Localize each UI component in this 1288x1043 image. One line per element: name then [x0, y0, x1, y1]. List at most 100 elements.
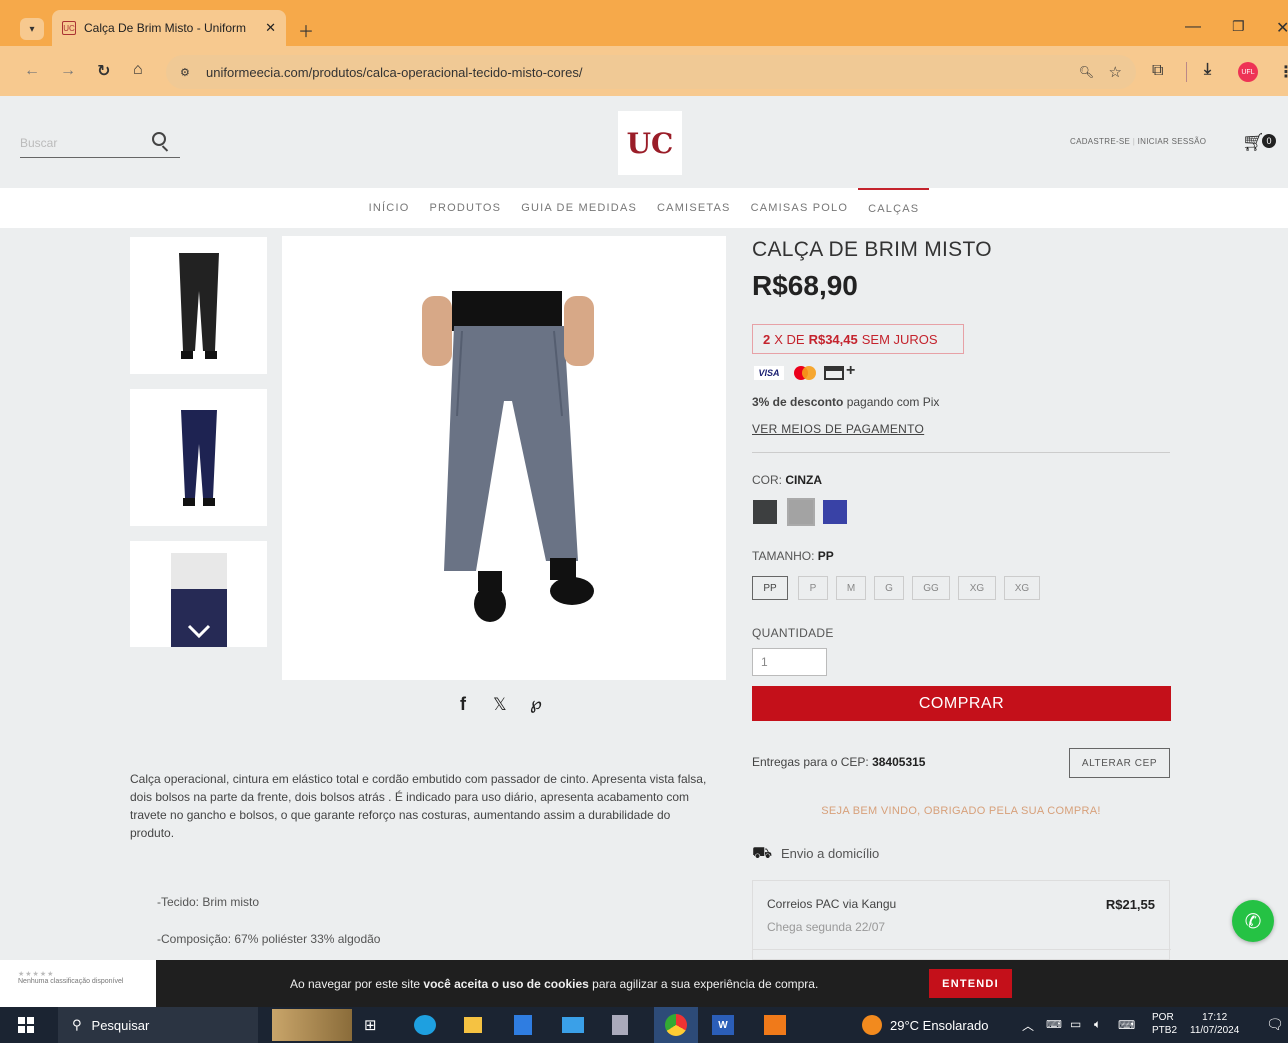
change-cep-button[interactable]: ALTERAR CEP [1069, 748, 1170, 778]
minimize-icon[interactable]: — [1185, 18, 1201, 36]
payment-methods-link[interactable]: VER MEIOS DE PAGAMENTO [752, 422, 924, 436]
zoom-icon[interactable]: 🔍︎ [1079, 65, 1094, 79]
search-highlight-image [272, 1009, 352, 1041]
pinterest-share-icon[interactable]: ℘ [530, 694, 542, 714]
language-line-2: PTB2 [1152, 1025, 1178, 1036]
tray-display-icon[interactable]: ▭ [1070, 1017, 1081, 1031]
login-link[interactable]: INICIAR SESSÃO [1138, 137, 1207, 146]
truck-icon: ⛟ [752, 845, 773, 862]
installment-suffix: SEM JUROS [861, 331, 938, 347]
product-main-image[interactable] [282, 236, 726, 680]
quantity-input[interactable]: 1 [752, 648, 827, 676]
notification-icon[interactable]: 🗨︎ [1266, 1016, 1284, 1033]
color-swatch-blue[interactable] [823, 500, 847, 524]
chrome-icon [665, 1014, 687, 1036]
file-explorer-icon[interactable] [464, 1017, 482, 1033]
notepad-icon[interactable] [612, 1015, 628, 1035]
product-thumbnail-2[interactable] [130, 389, 267, 526]
close-tab-icon[interactable]: ✕ [265, 20, 276, 36]
home-icon[interactable]: ⌂ [133, 61, 143, 79]
forward-icon[interactable]: → [60, 62, 76, 80]
chrome-taskbar-item[interactable] [654, 1007, 698, 1043]
word-icon[interactable]: W [712, 1015, 734, 1035]
color-swatch-gray[interactable] [787, 498, 815, 526]
taskbar-search[interactable]: ⚲ Pesquisar [58, 1007, 258, 1043]
product-title: CALÇA DE BRIM MISTO [752, 238, 992, 261]
bookmark-star-icon[interactable]: ☆ [1109, 63, 1122, 81]
weather-text[interactable]: 29°C Ensolarado [890, 1018, 988, 1033]
nav-item-produtos[interactable]: PRODUTOS [419, 188, 511, 228]
rating-widget[interactable]: ★★★★★ Nenhuma classificação disponível [0, 960, 156, 1007]
browser-menu-icon[interactable]: ⋮ [1278, 62, 1288, 82]
search-icon[interactable] [152, 132, 166, 146]
delivery-type: Envio a domicílio [781, 846, 880, 861]
site-logo[interactable]: UC [618, 111, 682, 175]
size-option-p[interactable]: P [798, 576, 828, 600]
browser-tab[interactable]: UC Calça De Brim Misto - Uniform ✕ [52, 10, 286, 46]
whatsapp-button[interactable]: ✆ [1232, 900, 1274, 942]
spec-composicao: -Composição: 67% poliéster 33% algodão [157, 932, 381, 946]
toolbar-divider [1186, 62, 1187, 82]
weather-icon [862, 1015, 882, 1035]
back-icon[interactable]: ← [24, 62, 40, 80]
cep-info: Entregas para o CEP: 38405315 [752, 755, 925, 769]
size-option-g[interactable]: G [874, 576, 904, 600]
shipping-option[interactable]: Correios PAC via Kangu Chega segunda 22/… [752, 880, 1171, 960]
nav-item-guia-medidas[interactable]: GUIA DE MEDIDAS [511, 188, 647, 228]
size-option-pp[interactable]: PP [752, 576, 788, 600]
size-option-m[interactable]: M [836, 576, 866, 600]
x-share-icon[interactable]: 𝕏 [493, 695, 507, 715]
pix-discount-bold: 3% de desconto [752, 395, 844, 409]
windows-start-icon[interactable] [18, 1017, 34, 1033]
product-description: Calça operacional, cintura em elástico t… [130, 772, 707, 840]
product-thumbnail-1[interactable] [130, 237, 267, 374]
extensions-icon[interactable]: ⧉ [1152, 62, 1163, 80]
buy-button[interactable]: COMPRAR [752, 686, 1171, 721]
size-label-text: TAMANHO: [752, 549, 815, 563]
shipping-divider [753, 949, 1171, 950]
profile-avatar[interactable]: UFL [1238, 62, 1258, 82]
size-option-xg[interactable]: XG [958, 576, 996, 600]
task-view-icon[interactable]: ⊞ [364, 1016, 377, 1034]
app-icon[interactable] [764, 1015, 786, 1035]
nav-item-camisetas[interactable]: CAMISETAS [647, 188, 741, 228]
cep-value: 38405315 [872, 755, 926, 769]
pants-navy-image [180, 409, 217, 506]
store-icon[interactable] [514, 1015, 532, 1035]
search-placeholder: Buscar [20, 136, 58, 150]
language-indicator[interactable]: POR PTB2 [1152, 1011, 1177, 1037]
nav-item-camisas-polo[interactable]: CAMISAS POLO [741, 188, 859, 228]
installment-mid: X DE [774, 331, 805, 347]
volume-icon[interactable]: 🔈︎ [1094, 1017, 1101, 1032]
product-thumbnail-3[interactable] [130, 541, 267, 647]
close-window-icon[interactable]: ✕ [1276, 18, 1288, 38]
cookie-accept-button[interactable]: ENTENDI [929, 969, 1012, 998]
clock-date: 11/07/2024 [1190, 1025, 1240, 1036]
color-swatch-dark-gray[interactable] [753, 500, 777, 524]
size-option-xg-2[interactable]: XG [1004, 576, 1040, 600]
restore-icon[interactable]: ❐ [1232, 18, 1245, 35]
keyboard-icon[interactable]: ⌨ [1118, 1018, 1135, 1032]
url-text: uniformeecia.com/produtos/calca-operacio… [206, 64, 583, 80]
cookie-message: Ao navegar por este site você aceita o u… [290, 977, 818, 991]
tab-list-button[interactable]: ▾ [20, 18, 44, 40]
nav-item-calcas[interactable]: CALÇAS [858, 188, 930, 228]
tab-title: Calça De Brim Misto - Uniform [84, 21, 247, 35]
visa-icon: VISA [754, 366, 784, 380]
new-tab-button[interactable]: ＋ [298, 18, 314, 42]
site-info-icon[interactable]: ⚙ [180, 66, 190, 79]
clock[interactable]: 17:12 11/07/2024 [1190, 1011, 1239, 1037]
edge-icon[interactable] [414, 1015, 436, 1035]
language-line-1: POR [1152, 1012, 1174, 1023]
download-icon[interactable]: ⤓ [1204, 61, 1211, 79]
mail-icon[interactable] [562, 1017, 584, 1033]
tray-chevron-icon[interactable]: ︿ [1022, 1017, 1034, 1034]
size-label: TAMANHO: PP [752, 549, 834, 563]
size-option-gg[interactable]: GG [912, 576, 950, 600]
address-bar[interactable]: ⚙ uniformeecia.com/produtos/calca-operac… [166, 55, 1136, 89]
reload-icon[interactable]: ↻ [97, 61, 110, 81]
facebook-share-icon[interactable]: f [460, 694, 466, 715]
tray-network-icon[interactable]: ⌨ [1046, 1018, 1062, 1031]
nav-item-inicio[interactable]: INÍCIO [359, 188, 420, 228]
register-link[interactable]: CADASTRE-SE [1070, 137, 1130, 146]
